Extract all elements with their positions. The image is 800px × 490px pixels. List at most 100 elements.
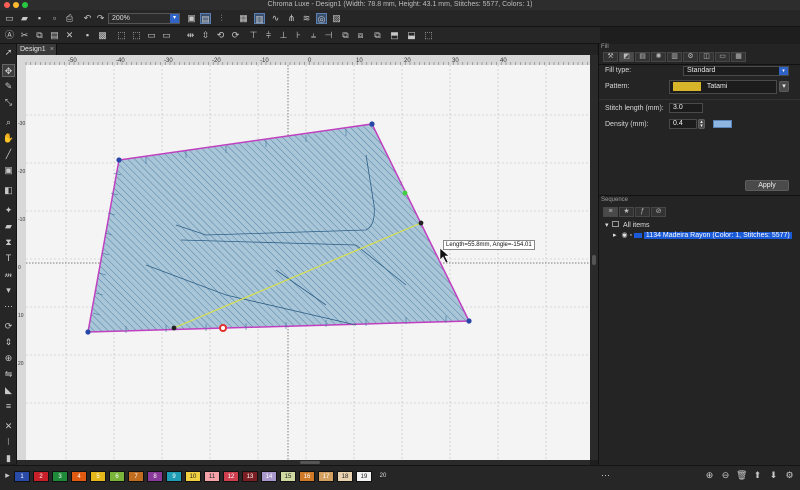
shape-node-bottomleft[interactable] [85,329,91,335]
distribute-center-icon[interactable]: ⫨ [308,30,319,41]
column-icon[interactable]: ⇕ [2,336,15,349]
cross-stitch-icon[interactable]: ⇋ [2,368,15,381]
tab-favorites-icon[interactable]: ★ [619,207,634,217]
bring-forward-icon[interactable]: ⧉ [340,30,351,41]
ungroup-icon[interactable]: ▩ [97,30,108,41]
trapunto-icon[interactable]: ≡ [2,400,15,413]
tab-settings-gear-icon[interactable]: ⚙ [683,52,698,62]
node-edit-icon[interactable]: ✥ [2,64,15,77]
tab-block-icon[interactable]: ⊘ [651,207,666,217]
measure-start-point[interactable] [171,325,177,331]
zoom-select[interactable]: 200% ▾ [108,13,180,24]
stitch-player-icon[interactable]: ⫶ [216,13,227,24]
palette-swatch-4[interactable]: 4 [71,471,87,482]
shapes-icon[interactable]: ◧ [2,184,15,197]
density-stepper[interactable]: ▴ ▾ [698,119,705,129]
sequence-root-row[interactable]: ▾ All items [605,221,649,231]
palette-swatch-12[interactable]: 12 [223,471,239,482]
pattern-select[interactable]: Tatami [669,80,777,94]
save-as-icon[interactable]: ▫ [49,13,60,24]
palette-swatch-8[interactable]: 8 [147,471,163,482]
tab-fill-icon[interactable]: ◩ [619,52,634,62]
vertical-scrollbar[interactable] [590,55,598,460]
weld-icon[interactable]: ⬒ [389,30,400,41]
palette-swatch-13[interactable]: 13 [242,471,258,482]
monogram-icon[interactable]: ▾ [2,284,15,297]
pen-icon[interactable]: ✎ [2,80,15,93]
script-lettering-icon[interactable]: 𝓂 [2,268,15,281]
tab-underlay-icon[interactable]: ▥ [667,52,682,62]
tab-list-icon[interactable]: ≡ [603,207,618,217]
realistic-view-icon[interactable]: ◎ [316,13,327,24]
design-canvas[interactable]: Length=55.8mm, Angle=-154.01 [26,65,590,460]
tab-transform-icon[interactable]: ▦ [731,52,746,62]
visibility-eye-icon[interactable]: ◉ [621,232,627,239]
print-icon[interactable]: ⎙ [64,13,75,24]
delete-icon[interactable]: ✕ [64,30,75,41]
flip-vertical-icon[interactable]: ⇳ [200,30,211,41]
palette-swatch-1[interactable]: 1 [14,471,30,482]
copy-icon[interactable]: ⧉ [34,30,45,41]
horizontal-scroll-thumb[interactable] [300,461,320,464]
fill-icon[interactable]: ▰ [2,220,15,233]
copy-properties-icon[interactable]: ⧉ [372,30,383,41]
move-up-icon[interactable]: ⬆ [752,470,763,481]
palette-swatch-10[interactable]: 10 [185,471,201,482]
palette-swatch-20[interactable]: 20 [375,471,391,482]
pattern-dropdown-button[interactable]: ▾ [779,81,789,92]
show-grid-icon[interactable]: ▦ [238,13,249,24]
undo-icon[interactable]: ↶ [82,13,93,24]
new-file-icon[interactable]: ▭ [4,13,15,24]
palette-swatch-9[interactable]: 9 [166,471,182,482]
zigzag-view-icon[interactable]: ≋ [301,13,312,24]
knife-icon[interactable]: ✕ [2,420,15,433]
palette-scroll-icon[interactable]: ⋯ [600,470,611,481]
select-arrow-icon[interactable]: ➚ [2,46,15,59]
sequence-item-row[interactable]: ▸ ◉ ▫ 1134 Madeira Rayon (Color: 1, Stit… [613,231,792,241]
distribute-left-icon[interactable]: ⊦ [293,30,304,41]
shape-node-topright[interactable] [369,121,375,127]
measure-icon[interactable]: ╱ [2,148,15,161]
cutwork-icon[interactable]: ◣ [2,384,15,397]
palette-menu-icon[interactable]: ▸ [2,470,13,481]
palette-swatch-16[interactable]: 16 [299,471,315,482]
hoop-icon[interactable]: ▣ [186,13,197,24]
start-point-marker[interactable] [219,324,227,332]
delete-trash-icon[interactable]: 🗑 [736,470,747,481]
add-icon[interactable]: ⊕ [704,470,715,481]
palette-swatch-14[interactable]: 14 [261,471,277,482]
tab-fx-icon[interactable]: ƒ [635,207,650,217]
palette-swatch-7[interactable]: 7 [128,471,144,482]
image-icon[interactable]: ▣ [2,164,15,177]
motif-icon[interactable]: ⊕ [2,352,15,365]
align-middle-icon[interactable]: ⫩ [263,30,274,41]
vertical-scroll-thumb[interactable] [592,255,596,265]
satin-icon[interactable]: ⧗ [2,236,15,249]
tatami-fill-shape[interactable] [87,123,471,333]
redo-icon[interactable]: ↷ [95,13,106,24]
move-down-icon[interactable]: ⬇ [768,470,779,481]
shape-node-bottomright[interactable] [466,318,472,324]
align-center-icon[interactable]: ▭ [161,30,172,41]
measure-end-point[interactable] [418,220,424,226]
rotate-left-icon[interactable]: ⟲ [215,30,226,41]
palette-swatch-19[interactable]: 19 [356,471,372,482]
flip-horizontal-icon[interactable]: ⇹ [185,30,196,41]
bezier-icon[interactable]: ⤡ [2,96,15,109]
palette-swatch-11[interactable]: 11 [204,471,220,482]
distribute-right-icon[interactable]: ⊣ [323,30,334,41]
pan-hand-icon[interactable]: ✋ [2,132,15,145]
running-stitch-icon[interactable]: ⋯ [2,300,15,313]
paste-icon[interactable]: ▤ [49,30,60,41]
palette-swatch-6[interactable]: 6 [109,471,125,482]
palette-swatch-2[interactable]: 2 [33,471,49,482]
select-all-icon[interactable]: ⬚ [116,30,127,41]
nodes-view-icon[interactable]: ⋔ [286,13,297,24]
palette-swatch-17[interactable]: 17 [318,471,334,482]
magic-wand-icon[interactable]: ✦ [2,204,15,217]
align-top-icon[interactable]: ⊤ [248,30,259,41]
reshape-icon[interactable]: ⦚ [2,436,15,449]
send-backward-icon[interactable]: ⧈ [355,30,366,41]
density-input[interactable]: 0.4 [669,119,697,129]
palette-swatch-18[interactable]: 18 [337,471,353,482]
